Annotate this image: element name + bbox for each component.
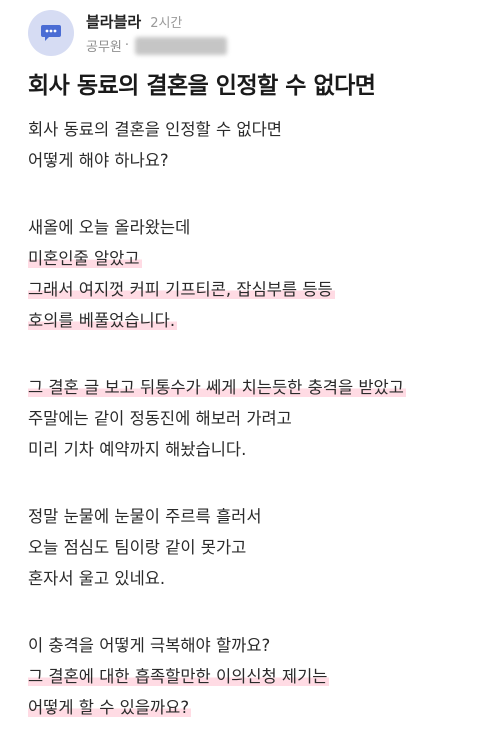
chat-bubble-icon xyxy=(41,25,61,41)
body-line: 어떻게 할 수 있을까요? xyxy=(28,692,488,723)
body-line: 혼자서 울고 있네요. xyxy=(28,563,488,594)
body-line: 그 결혼에 대한 흡족할만한 이의신청 제기는 xyxy=(28,661,488,692)
highlighted-text: 그래서 여지껏 커피 기프티콘, 잡심부름 등등 xyxy=(28,280,335,299)
highlighted-text: 어떻게 할 수 있을까요? xyxy=(28,698,192,717)
body-line: 그 결혼 글 보고 뒤통수가 쎄게 치는듯한 충격을 받았고 xyxy=(28,372,488,403)
body-paragraph: 이 충격을 어떻게 극복해야 할까요? 그 결혼에 대한 흡족할만한 이의신청 제… xyxy=(28,630,488,723)
author-name[interactable]: 블라블라 xyxy=(86,11,141,32)
author-company: 공무원 xyxy=(86,40,122,55)
body-line: 미리 기차 예약까지 해놨습니다. xyxy=(28,434,488,465)
body-line: 어떻게 해야 하나요? xyxy=(28,145,488,176)
body-line: 오늘 점심도 팀이랑 같이 못가고 xyxy=(28,532,488,563)
body-paragraph: 정말 눈물에 눈물이 주르륵 흘러서오늘 점심도 팀이랑 같이 못가고혼자서 울… xyxy=(28,501,488,594)
body-line: 호의를 베풀었습니다. xyxy=(28,305,488,336)
line-text: 오늘 점심도 팀이랑 같이 못가고 xyxy=(28,538,247,557)
body-line: 주말에는 같이 정동진에 해보러 가려고 xyxy=(28,403,488,434)
meta-separator: · xyxy=(124,38,130,53)
body-line: 회사 동료의 결혼을 인정할 수 없다면 xyxy=(28,114,488,145)
post-body: 회사 동료의 결혼을 인정할 수 없다면어떻게 해야 하나요? 새올에 오늘 올라… xyxy=(28,114,488,723)
author-meta: 블라블라 2시간 공무원 · xyxy=(86,11,228,55)
highlighted-text: 그 결혼에 대한 흡족할만한 이의신청 제기는 xyxy=(28,667,330,686)
line-text: 새올에 오늘 올라왔는데 xyxy=(28,218,191,237)
line-text: 혼자서 울고 있네요. xyxy=(28,569,166,588)
post-time: 2시간 xyxy=(150,16,183,31)
body-paragraph: 새올에 오늘 올라왔는데미혼인줄 알았고그래서 여지껏 커피 기프티콘, 잡심부… xyxy=(28,212,488,336)
body-line: 미혼인줄 알았고 xyxy=(28,243,488,274)
line-text: 어떻게 해야 하나요? xyxy=(28,151,169,170)
body-line: 이 충격을 어떻게 극복해야 할까요? xyxy=(28,630,488,661)
line-text: 이 충격을 어떻게 극복해야 할까요? xyxy=(28,636,271,655)
body-line: 새올에 오늘 올라왔는데 xyxy=(28,212,488,243)
avatar[interactable] xyxy=(28,10,74,56)
post-header: 블라블라 2시간 공무원 · xyxy=(28,10,228,56)
line-text: 주말에는 같이 정동진에 해보러 가려고 xyxy=(28,409,292,428)
highlighted-text: 호의를 베풀었습니다. xyxy=(28,311,178,330)
line-text: 미리 기차 예약까지 해놨습니다. xyxy=(28,440,247,459)
body-paragraph: 그 결혼 글 보고 뒤통수가 쎄게 치는듯한 충격을 받았고주말에는 같이 정동… xyxy=(28,372,488,465)
line-text: 회사 동료의 결혼을 인정할 수 없다면 xyxy=(28,120,282,139)
body-line: 정말 눈물에 눈물이 주르륵 흘러서 xyxy=(28,501,488,532)
body-paragraph: 회사 동료의 결혼을 인정할 수 없다면어떻게 해야 하나요? xyxy=(28,114,488,176)
line-text: 정말 눈물에 눈물이 주르륵 흘러서 xyxy=(28,507,262,526)
highlighted-text: 그 결혼 글 보고 뒤통수가 쎄게 치는듯한 충격을 받았고 xyxy=(28,378,406,397)
body-line: 그래서 여지껏 커피 기프티콘, 잡심부름 등등 xyxy=(28,274,488,305)
redacted-nickname xyxy=(135,36,228,55)
post-title: 회사 동료의 결혼을 인정할 수 없다면 xyxy=(28,73,376,99)
highlighted-text: 미혼인줄 알았고 xyxy=(28,249,142,268)
